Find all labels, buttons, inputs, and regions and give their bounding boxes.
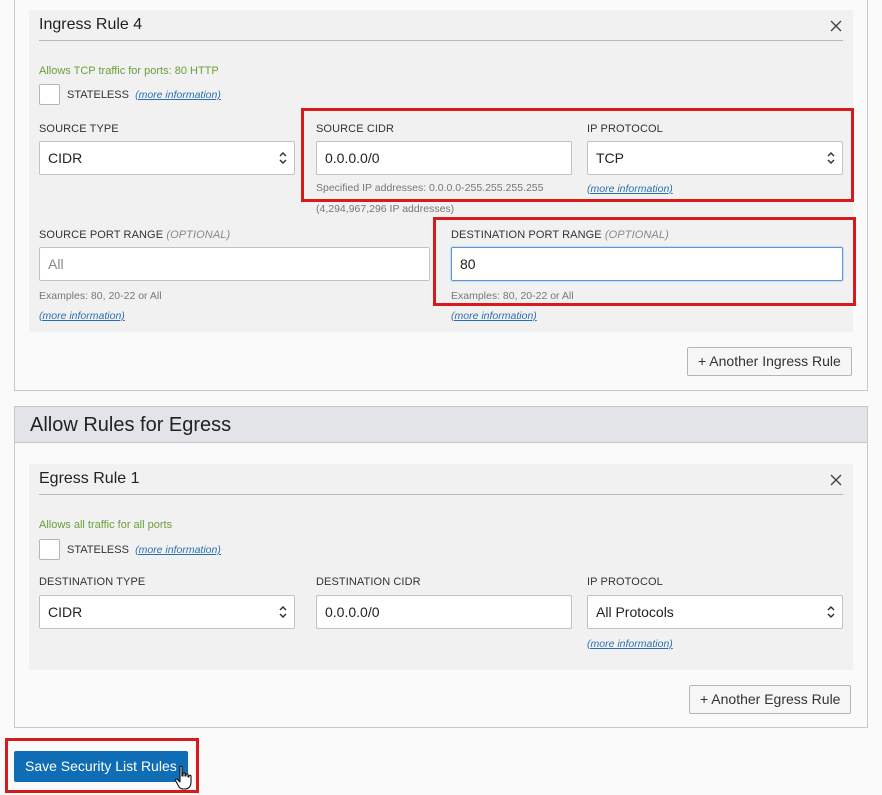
- egress-ip-protocol-label: IP PROTOCOL: [587, 576, 663, 588]
- egress-ip-protocol-select[interactable]: All Protocols: [587, 595, 843, 629]
- stateless-label: STATELESS (more information): [67, 89, 221, 101]
- close-icon[interactable]: [829, 19, 843, 33]
- stateless-checkbox[interactable]: [39, 84, 60, 105]
- ingress-rule-description: Allows TCP traffic for ports: 80 HTTP: [39, 65, 219, 77]
- another-egress-rule-button[interactable]: + Another Egress Rule: [689, 685, 852, 714]
- egress-rule-divider: [39, 494, 843, 495]
- egress-section-title: Allow Rules for Egress: [30, 414, 232, 436]
- egress-section-header: Allow Rules for Egress: [15, 407, 867, 443]
- egress-ip-protocol-more-info-link[interactable]: (more information): [587, 638, 673, 650]
- stateless-more-info-link[interactable]: (more information): [135, 89, 221, 101]
- select-arrows-icon: [279, 605, 287, 619]
- egress-rule-1-card: Egress Rule 1 Allows all traffic for all…: [29, 464, 853, 670]
- optional-tag: (OPTIONAL): [166, 229, 231, 241]
- destination-type-value: CIDR: [48, 604, 83, 620]
- egress-rule-title: Egress Rule 1: [39, 470, 140, 487]
- ingress-rule-divider: [39, 40, 843, 41]
- destination-cidr-label: DESTINATION CIDR: [316, 576, 421, 588]
- stateless-text: STATELESS: [67, 89, 129, 101]
- source-port-more-info-link[interactable]: (more information): [39, 310, 125, 322]
- another-ingress-rule-button[interactable]: + Another Ingress Rule: [687, 347, 852, 376]
- destination-port-more-info-link[interactable]: (more information): [451, 310, 537, 322]
- save-security-list-rules-button[interactable]: Save Security List Rules: [14, 751, 188, 782]
- source-type-select[interactable]: CIDR: [39, 141, 295, 175]
- source-port-range-help: Examples: 80, 20-22 or All: [39, 290, 162, 302]
- stateless-more-info-link[interactable]: (more information): [135, 544, 221, 556]
- ingress-rule-title: Ingress Rule 4: [39, 16, 143, 33]
- destination-type-label: DESTINATION TYPE: [39, 576, 146, 588]
- source-type-value: CIDR: [48, 150, 83, 166]
- stateless-label: STATELESS (more information): [67, 544, 221, 556]
- stateless-text: STATELESS: [67, 544, 129, 556]
- select-arrows-icon: [827, 605, 835, 619]
- source-type-label: SOURCE TYPE: [39, 123, 119, 135]
- egress-ip-protocol-value: All Protocols: [596, 604, 674, 620]
- hand-pointer-cursor-icon: [174, 765, 192, 790]
- close-icon[interactable]: [829, 473, 843, 487]
- source-port-range-text: SOURCE PORT RANGE: [39, 229, 164, 241]
- destination-type-select[interactable]: CIDR: [39, 595, 295, 629]
- egress-rule-description: Allows all traffic for all ports: [39, 519, 173, 531]
- source-port-range-label: SOURCE PORT RANGE (OPTIONAL): [39, 229, 230, 241]
- destination-cidr-input[interactable]: 0.0.0.0/0: [316, 595, 572, 629]
- source-cidr-count: (4,294,967,296 IP addresses): [316, 203, 455, 215]
- stateless-checkbox[interactable]: [39, 539, 60, 560]
- highlight-destination-port-range: [433, 217, 856, 306]
- select-arrows-icon: [279, 151, 287, 165]
- source-port-range-input[interactable]: All: [39, 247, 430, 281]
- highlight-source-cidr-protocol: [301, 108, 854, 202]
